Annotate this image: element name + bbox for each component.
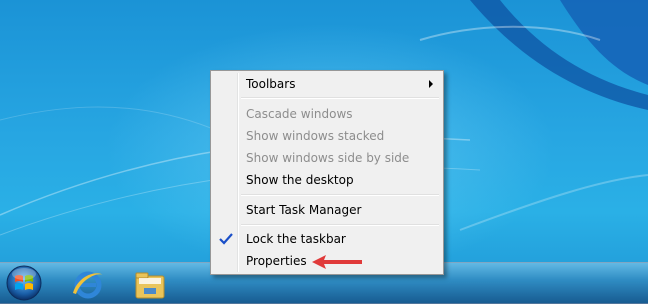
- menu-item-label: Start Task Manager: [246, 203, 362, 217]
- menu-item-label: Toolbars: [246, 77, 296, 91]
- menu-item-show-the-desktop[interactable]: Show the desktop: [213, 170, 441, 190]
- red-arrow-icon: [312, 255, 362, 269]
- menu-item-label: Show the desktop: [246, 173, 354, 187]
- menu-item-show-windows-side-by-side[interactable]: Show windows side by side: [213, 148, 441, 168]
- menu-separator: [241, 224, 439, 226]
- submenu-arrow-icon: [429, 80, 433, 88]
- menu-item-label: Cascade windows: [246, 107, 353, 121]
- internet-explorer-icon[interactable]: [68, 266, 108, 302]
- windows-start-orb-icon[interactable]: [4, 263, 44, 303]
- menu-item-label: Show windows side by side: [246, 151, 410, 165]
- menu-item-cascade-windows[interactable]: Cascade windows: [213, 104, 441, 124]
- menu-item-show-windows-stacked[interactable]: Show windows stacked: [213, 126, 441, 146]
- taskbar-context-menu: Toolbars Cascade windows Show windows st…: [210, 70, 444, 275]
- menu-item-lock-the-taskbar[interactable]: Lock the taskbar: [213, 229, 441, 249]
- menu-item-toolbars[interactable]: Toolbars: [213, 74, 441, 94]
- checkmark-icon: [219, 233, 233, 245]
- menu-separator: [241, 194, 439, 196]
- windows-explorer-folder-icon[interactable]: [130, 266, 170, 302]
- menu-item-label: Properties: [246, 254, 307, 268]
- menu-item-start-task-manager[interactable]: Start Task Manager: [213, 200, 441, 220]
- menu-item-label: Show windows stacked: [246, 129, 385, 143]
- menu-item-label: Lock the taskbar: [246, 232, 346, 246]
- menu-separator: [241, 97, 439, 99]
